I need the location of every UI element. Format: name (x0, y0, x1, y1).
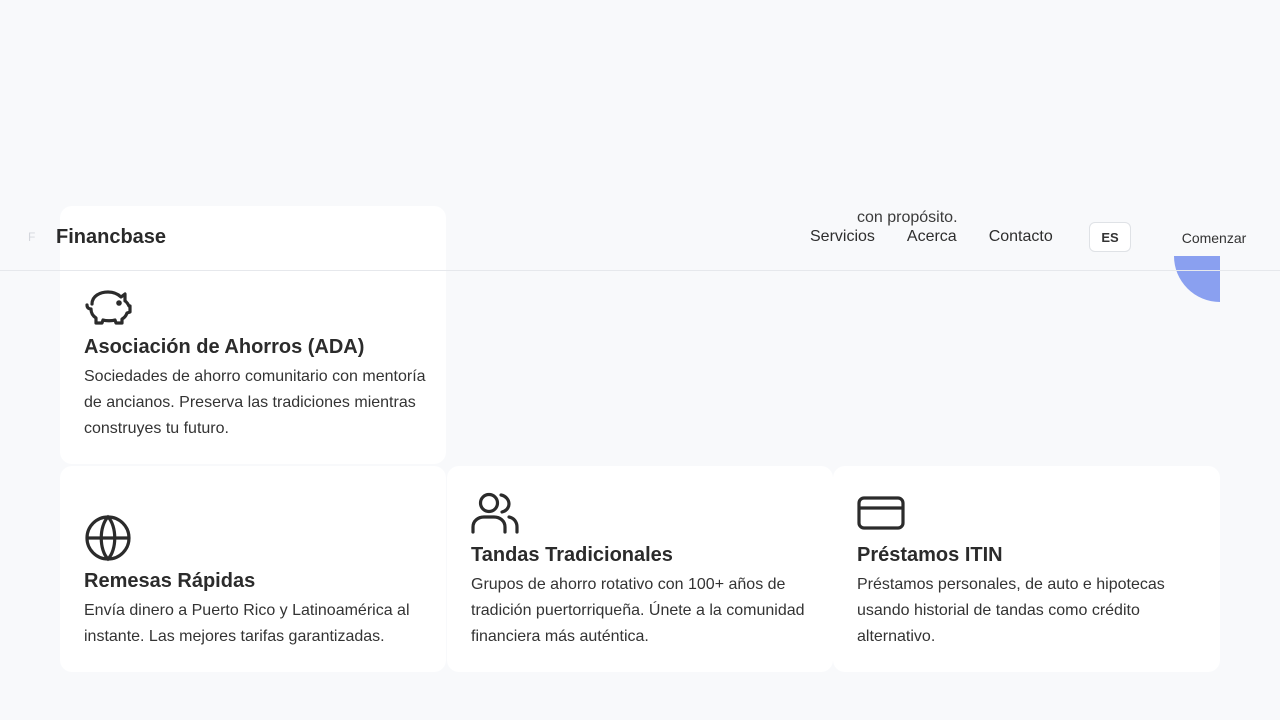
card-title: Préstamos ITIN (857, 544, 1003, 566)
credit-card-icon (857, 496, 905, 535)
language-toggle-button[interactable]: ES (1089, 222, 1131, 252)
piggy-bank-icon (84, 286, 132, 331)
brand-logo[interactable]: Financbase (56, 226, 166, 249)
card-title: Remesas Rápidas (84, 570, 256, 592)
card-title: Asociación de Ahorros (ADA) (84, 336, 365, 358)
card-description: Grupos de ahorro rotativo con 100+ años … (471, 576, 805, 645)
get-started-button[interactable]: Comenzar (1166, 222, 1262, 254)
navbar: F Financbase Servicios Acerca Contacto E… (0, 206, 1280, 271)
nav-link-servicios[interactable]: Servicios (810, 228, 875, 246)
nav-link-contacto[interactable]: Contacto (989, 228, 1053, 246)
service-card-itin[interactable]: Préstamos ITIN Préstamos personales, de … (833, 466, 1220, 672)
users-icon (471, 492, 519, 539)
service-card-tandas[interactable]: Tandas Tradicionales Grupos de ahorro ro… (447, 466, 833, 672)
globe-icon (84, 514, 132, 567)
page: Asociación de Ahorros (ADA) Sociedades d… (0, 0, 1280, 720)
card-description: Préstamos personales, de auto e hipoteca… (857, 576, 1165, 645)
nav-link-acerca[interactable]: Acerca (907, 228, 957, 246)
service-card-remesas[interactable]: Remesas Rápidas Envía dinero a Puerto Ri… (60, 466, 446, 672)
card-title: Tandas Tradicionales (471, 544, 673, 566)
card-description: Envía dinero a Puerto Rico y Latinoaméri… (84, 602, 410, 645)
card-description: Sociedades de ahorro comunitario con men… (84, 368, 426, 437)
nav-links: Servicios Acerca Contacto (810, 228, 1053, 246)
faded-logo-letter: F (28, 230, 36, 244)
